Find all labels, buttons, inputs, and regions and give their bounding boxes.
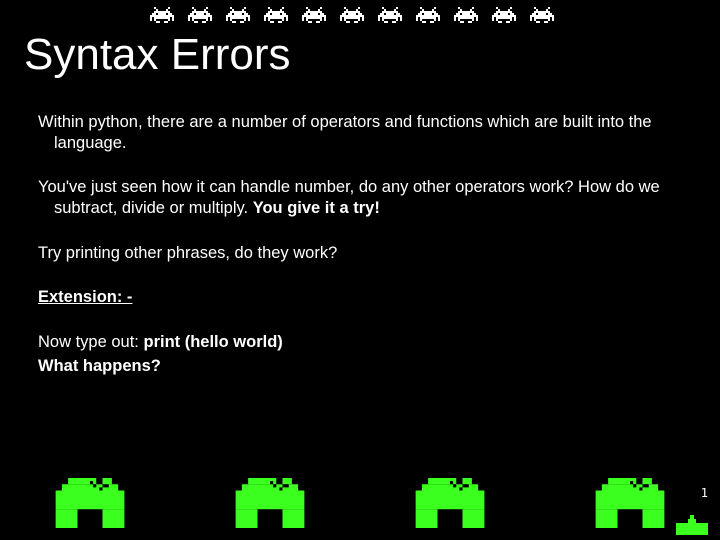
invader-icon: [492, 7, 516, 25]
invader-icon: [530, 7, 554, 25]
invader-icon: [378, 7, 402, 25]
paragraph-1: Within python, there are a number of ope…: [38, 112, 682, 153]
paragraph-3: Try printing other phrases, do they work…: [38, 243, 682, 264]
shield-row: [54, 478, 666, 528]
instruction-line-1: Now type out: print (hello world): [38, 332, 682, 353]
para2-bold: You give it a try!: [253, 199, 380, 217]
instruction-block: Now type out: print (hello world) What h…: [38, 332, 682, 377]
instruction-line-2: What happens?: [38, 356, 682, 377]
invader-icon: [302, 7, 326, 25]
invader-icon: [188, 7, 212, 25]
paragraph-2: You've just seen how it can handle numbe…: [38, 177, 682, 218]
line1-text: Now type out:: [38, 333, 143, 351]
shield-icon: [414, 478, 486, 528]
invader-icon: [340, 7, 364, 25]
invader-icon: [150, 7, 174, 25]
shield-icon: [234, 478, 306, 528]
slide-content: Within python, there are a number of ope…: [38, 112, 682, 381]
invader-icon: [454, 7, 478, 25]
shield-icon: [54, 478, 126, 528]
invader-icon: [264, 7, 288, 25]
shield-icon: [594, 478, 666, 528]
invader-icon: [226, 7, 250, 25]
player-ship-icon: [674, 515, 710, 535]
lives-counter: 1: [701, 486, 708, 500]
slide-title: Syntax Errors: [24, 30, 291, 80]
invader-icon: [416, 7, 440, 25]
line1-code: print (hello world): [143, 333, 282, 351]
extension-heading: Extension: -: [38, 287, 682, 308]
invader-row: [150, 7, 554, 25]
